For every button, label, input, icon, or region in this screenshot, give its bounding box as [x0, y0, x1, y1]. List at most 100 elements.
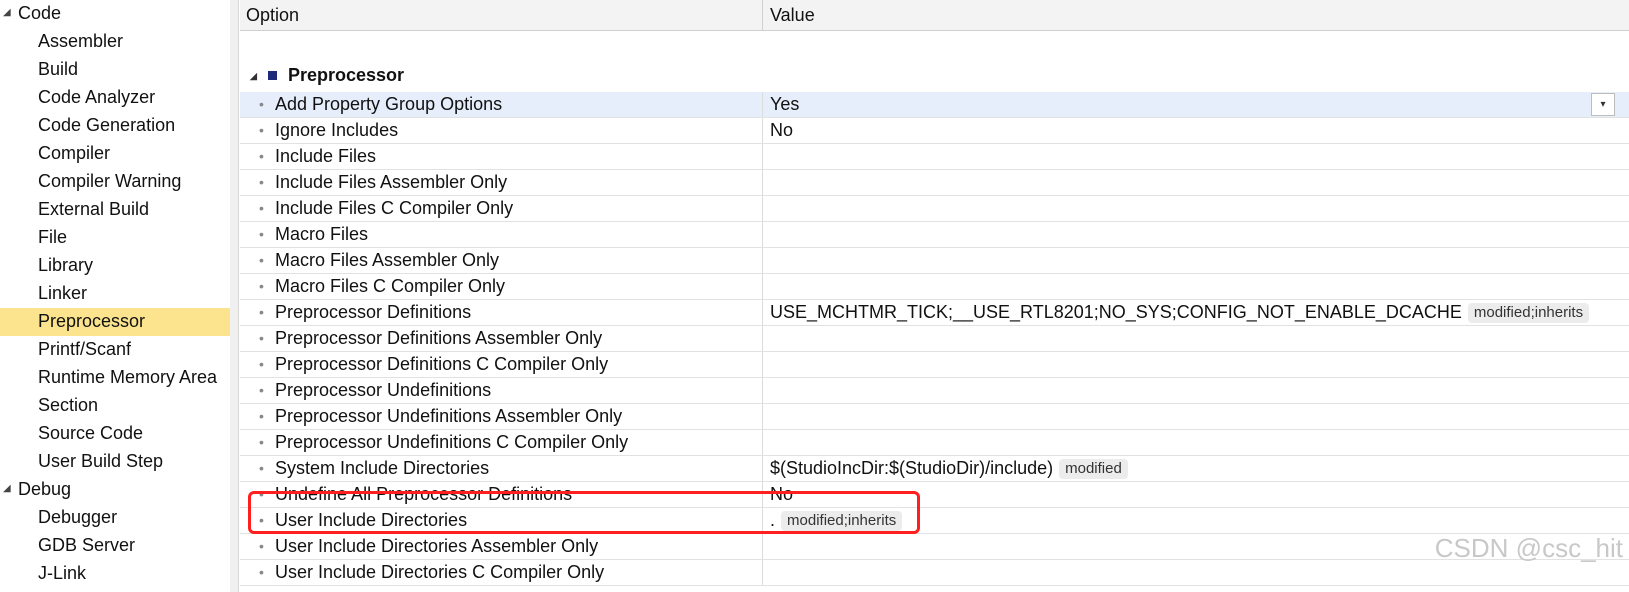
bullet-icon: •: [259, 356, 264, 372]
tree-body: ◢ Code Assembler Build Code Analyzer Code Gen…: [0, 0, 230, 588]
property-row[interactable]: • Preprocessor Undefinitions C Compiler O…: [240, 430, 1629, 456]
category-label: Preprocessor: [288, 65, 405, 85]
tree-group[interactable]: ◢ Debug: [0, 476, 230, 504]
property-row[interactable]: • Add Property Group Options Yes ▾: [240, 92, 1629, 118]
property-name: Preprocessor Undefinitions Assembler Onl…: [275, 406, 623, 426]
cell-divider: [762, 118, 763, 143]
cell-divider: [762, 144, 763, 169]
cell-divider: [762, 560, 763, 585]
property-row[interactable]: • System Include Directories $(StudioIncDi…: [240, 456, 1629, 482]
tree-item[interactable]: External Build: [0, 196, 230, 224]
property-name: Preprocessor Undefinitions C Compiler On…: [275, 432, 629, 452]
property-name: Preprocessor Undefinitions: [275, 380, 492, 400]
bullet-icon: •: [259, 304, 264, 320]
property-name: Add Property Group Options: [275, 94, 503, 114]
bullet-icon: •: [259, 382, 264, 398]
tree-item[interactable]: Code Generation: [0, 112, 230, 140]
category-row[interactable]: ◢ Preprocessor: [240, 59, 1629, 92]
property-row[interactable]: • Preprocessor Undefinitions Assembler On…: [240, 404, 1629, 430]
cell-divider: [762, 196, 763, 221]
tree-item[interactable]: File: [0, 224, 230, 252]
property-row[interactable]: • Macro Files Assembler Only: [240, 248, 1629, 274]
status-badge: modified: [1059, 459, 1128, 479]
property-row[interactable]: • Preprocessor Definitions Assembler Only: [240, 326, 1629, 352]
property-name: Include Files: [275, 146, 377, 166]
tree-item[interactable]: GDB Server: [0, 532, 230, 560]
property-row[interactable]: • User Include Directories Assembler Only: [240, 534, 1629, 560]
property-row[interactable]: • Include Files: [240, 144, 1629, 170]
property-row[interactable]: • Macro Files C Compiler Only: [240, 274, 1629, 300]
property-row[interactable]: • Macro Files: [240, 222, 1629, 248]
spacer-row: [240, 31, 1629, 59]
property-name: Macro Files C Compiler Only: [275, 276, 506, 296]
property-value-text: USE_MCHTMR_TICK;__USE_RTL8201;NO_SYS;CON…: [770, 302, 1462, 322]
tree-item[interactable]: Build: [0, 56, 230, 84]
bullet-icon: •: [259, 148, 264, 164]
settings-tree: ◢ Code Assembler Build Code Analyzer Code Gen…: [0, 0, 231, 592]
property-value-text: No: [770, 120, 794, 140]
bullet-icon: •: [259, 96, 264, 112]
property-name: Include Files C Compiler Only: [275, 198, 514, 218]
category-icon: [268, 71, 277, 80]
property-name: Ignore Includes: [275, 120, 399, 140]
tree-item[interactable]: Linker: [0, 280, 230, 308]
property-name: User Include Directories Assembler Only: [275, 536, 599, 556]
tree-item[interactable]: User Build Step: [0, 448, 230, 476]
bullet-icon: •: [259, 330, 264, 346]
value-column-header[interactable]: Value: [770, 0, 815, 30]
watermark: CSDN @csc_hit: [1434, 533, 1623, 563]
cell-divider: [762, 300, 763, 325]
cell-divider: [762, 92, 763, 117]
property-row[interactable]: • Include Files Assembler Only: [240, 170, 1629, 196]
bullet-icon: •: [259, 200, 264, 216]
tree-item[interactable]: Library: [0, 252, 230, 280]
status-badge: modified;inherits: [1467, 303, 1590, 323]
property-row[interactable]: • Ignore Includes No: [240, 118, 1629, 144]
collapse-arrow-icon[interactable]: ◢: [250, 60, 257, 93]
cell-divider: [762, 170, 763, 195]
tree-item[interactable]: Compiler: [0, 140, 230, 168]
expand-arrow-icon[interactable]: ◢: [3, 476, 11, 502]
splitter[interactable]: [230, 0, 239, 592]
property-name: System Include Directories: [275, 458, 490, 478]
property-value[interactable]: USE_MCHTMR_TICK;__USE_RTL8201;NO_SYS;CON…: [770, 300, 1590, 324]
tree-item[interactable]: Source Code: [0, 420, 230, 448]
bullet-icon: •: [259, 538, 264, 554]
column-divider[interactable]: [762, 0, 763, 30]
property-row[interactable]: • Preprocessor Undefinitions: [240, 378, 1629, 404]
tree-item[interactable]: Compiler Warning: [0, 168, 230, 196]
expand-arrow-icon[interactable]: ◢: [3, 0, 11, 26]
tree-item[interactable]: Code Analyzer: [0, 84, 230, 112]
cell-divider: [762, 456, 763, 481]
tree-group[interactable]: ◢ Code: [0, 0, 230, 28]
grid-header: Option Value: [240, 0, 1629, 31]
cell-divider: [762, 248, 763, 273]
tree-item[interactable]: Printf/Scanf: [0, 336, 230, 364]
property-name: Macro Files Assembler Only: [275, 250, 500, 270]
property-value[interactable]: Yes: [770, 92, 799, 116]
cell-divider: [762, 326, 763, 351]
property-row[interactable]: • Preprocessor Definitions USE_MCHTMR_TICK…: [240, 300, 1629, 326]
tree-item[interactable]: Runtime Memory Area: [0, 364, 230, 392]
tree-item[interactable]: Assembler: [0, 28, 230, 56]
property-row[interactable]: • User Include Directories C Compiler Onl…: [240, 560, 1629, 586]
tree-item[interactable]: Debugger: [0, 504, 230, 532]
tree-item[interactable]: Section: [0, 392, 230, 420]
tree-item[interactable]: Preprocessor: [0, 308, 230, 336]
dropdown-button[interactable]: ▾: [1591, 93, 1615, 116]
property-row[interactable]: • Include Files C Compiler Only: [240, 196, 1629, 222]
property-name: Preprocessor Definitions C Compiler Only: [275, 354, 609, 374]
property-row[interactable]: • Preprocessor Definitions C Compiler Onl…: [240, 352, 1629, 378]
bullet-icon: •: [259, 408, 264, 424]
tree-item[interactable]: J-Link: [0, 560, 230, 588]
bullet-icon: •: [259, 122, 264, 138]
property-value-text: Yes: [770, 94, 800, 114]
cell-divider: [762, 404, 763, 429]
bullet-icon: •: [259, 460, 264, 476]
annotation-highlight-box: [248, 491, 920, 534]
cell-divider: [762, 430, 763, 455]
option-column-header[interactable]: Option: [246, 0, 299, 30]
bullet-icon: •: [259, 278, 264, 294]
property-value[interactable]: $(StudioIncDir:$(StudioDir)/include) modi…: [770, 456, 1128, 480]
property-value[interactable]: No: [770, 118, 793, 142]
